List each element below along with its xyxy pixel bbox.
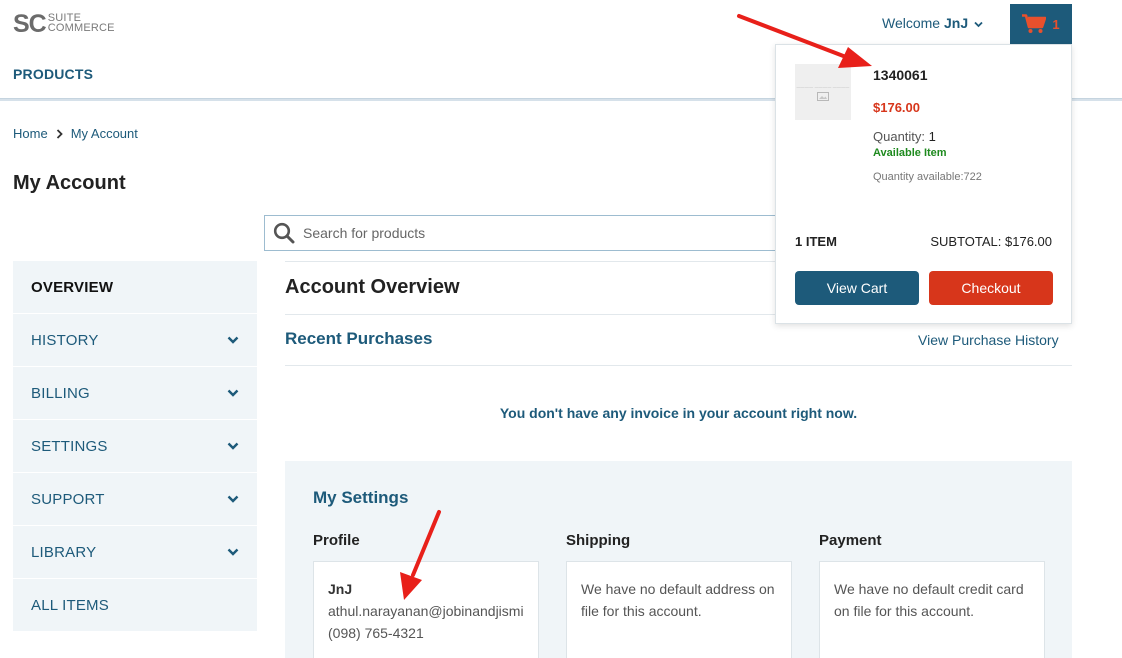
- profile-label: Profile: [313, 532, 360, 549]
- sidebar-item-library[interactable]: LIBRARY: [13, 526, 257, 579]
- cart-subtotal: SUBTOTAL: $176.00: [930, 234, 1052, 249]
- cart-items-count: 1 ITEM: [795, 234, 837, 249]
- payment-message: We have no default credit card on file f…: [834, 581, 1024, 619]
- mini-cart-popup: ———— ———— ———— 1340061 $176.00 Quantity:…: [775, 44, 1072, 324]
- cart-icon: [1022, 14, 1047, 33]
- payment-card: We have no default credit card on file f…: [819, 561, 1045, 658]
- logo-wordmark: SUITE COMMERCE: [47, 12, 115, 34]
- quantity-value: 1: [928, 129, 936, 144]
- profile-phone: (098) 765-4321: [328, 625, 424, 641]
- page-title: My Account: [13, 172, 126, 194]
- sidebar-item-history[interactable]: HISTORY: [13, 314, 257, 367]
- sidebar-item-overview[interactable]: OVERVIEW: [13, 261, 257, 314]
- search-icon[interactable]: [273, 222, 295, 244]
- shipping-card: We have no default address on file for t…: [566, 561, 792, 658]
- quantity-available: Quantity available:722: [873, 171, 982, 183]
- sidebar-item-label: SETTINGS: [31, 437, 108, 455]
- profile-name: JnJ: [328, 581, 353, 597]
- sidebar-item-label: HISTORY: [31, 331, 99, 349]
- sidebar-item-label: BILLING: [31, 384, 90, 402]
- sidebar-item-label: ALL ITEMS: [31, 596, 109, 614]
- product-thumbnail[interactable]: ———— ———— ————: [795, 64, 851, 120]
- no-invoice-message: You don't have any invoice in your accou…: [499, 405, 858, 421]
- welcome-menu[interactable]: Welcome JnJ: [882, 15, 983, 31]
- breadcrumb-home[interactable]: Home: [13, 126, 48, 141]
- sidebar-item-label: LIBRARY: [31, 543, 97, 561]
- my-settings-title: My Settings: [313, 488, 409, 507]
- chevron-down-icon: [227, 389, 239, 397]
- welcome-prefix: Welcome: [882, 15, 941, 31]
- breadcrumb: Home My Account: [13, 126, 138, 141]
- site-logo[interactable]: SC SUITE COMMERCE: [13, 12, 115, 37]
- payment-label: Payment: [819, 532, 882, 549]
- chevron-right-icon: [56, 128, 63, 139]
- chevron-down-icon: [227, 336, 239, 344]
- search-input[interactable]: [303, 225, 703, 241]
- profile-email: athul.narayanan@jobinandjismi: [328, 603, 524, 619]
- profile-card: JnJ athul.narayanan@jobinandjismi (098) …: [313, 561, 539, 658]
- shipping-label: Shipping: [566, 532, 631, 549]
- search-bar: [264, 215, 784, 251]
- view-purchase-history-link[interactable]: View Purchase History: [918, 332, 1059, 348]
- chevron-down-icon: [974, 21, 983, 28]
- cart-item-quantity: Quantity: 1: [873, 129, 936, 144]
- shipping-message: We have no default address on file for t…: [581, 581, 775, 619]
- divider: [285, 365, 1072, 366]
- recent-purchases-title: Recent Purchases: [285, 329, 433, 348]
- account-sidebar: OVERVIEW HISTORY BILLING SETTINGS SUPPOR…: [13, 261, 257, 632]
- welcome-user: JnJ: [943, 15, 969, 31]
- sidebar-item-settings[interactable]: SETTINGS: [13, 420, 257, 473]
- cart-button[interactable]: 1: [1010, 4, 1072, 44]
- logo-mark: SC: [13, 10, 47, 38]
- availability-status: Available Item: [873, 147, 947, 159]
- sidebar-item-label: OVERVIEW: [31, 278, 114, 296]
- thumbnail-placeholder-text: ———— ———— ————: [796, 83, 850, 89]
- sidebar-item-billing[interactable]: BILLING: [13, 367, 257, 420]
- view-cart-button[interactable]: View Cart: [795, 271, 919, 305]
- cart-item-sku[interactable]: 1340061: [873, 67, 928, 83]
- breadcrumb-current[interactable]: My Account: [71, 126, 138, 141]
- cart-count: 1: [1052, 16, 1060, 32]
- checkout-button[interactable]: Checkout: [929, 271, 1053, 305]
- sidebar-item-all-items[interactable]: ALL ITEMS: [13, 579, 257, 632]
- sidebar-item-support[interactable]: SUPPORT: [13, 473, 257, 526]
- image-placeholder-icon: [817, 91, 829, 101]
- quantity-label: Quantity:: [873, 129, 926, 144]
- chevron-down-icon: [227, 548, 239, 556]
- chevron-down-icon: [227, 495, 239, 503]
- chevron-down-icon: [227, 442, 239, 450]
- cart-item-price: $176.00: [873, 100, 920, 115]
- sidebar-item-label: SUPPORT: [31, 490, 105, 508]
- account-overview-title: Account Overview: [285, 276, 460, 298]
- nav-products[interactable]: PRODUCTS: [13, 66, 93, 82]
